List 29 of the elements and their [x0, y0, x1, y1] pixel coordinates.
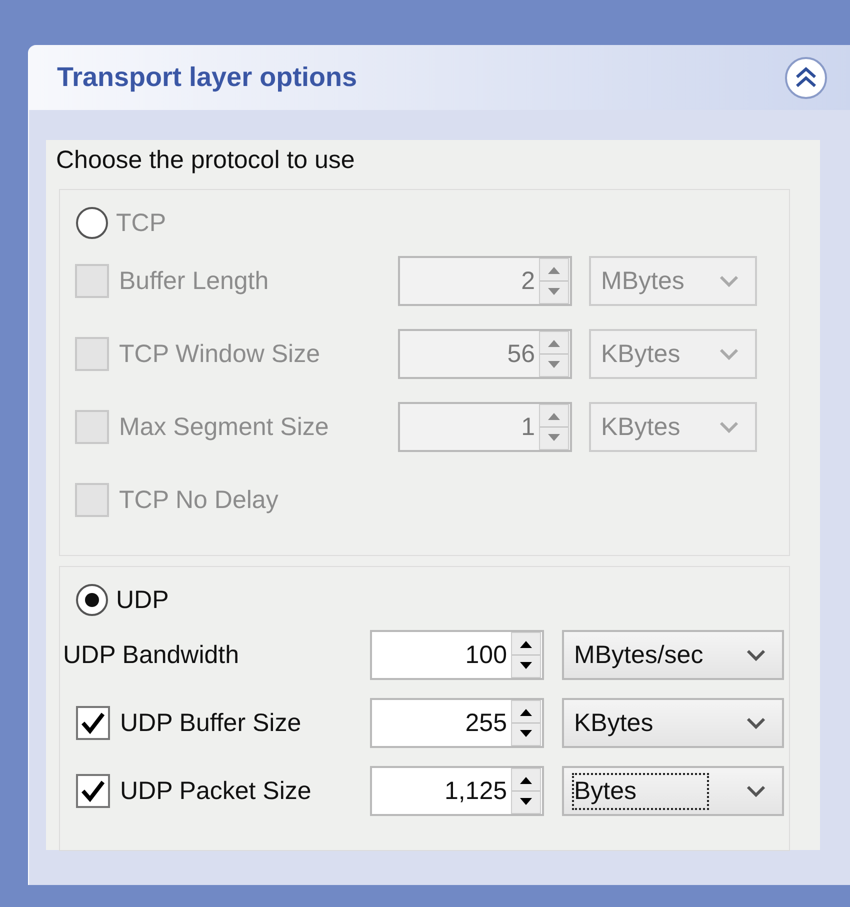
checkbox[interactable] [76, 706, 110, 740]
panel-title: Transport layer options [57, 62, 358, 93]
option-label: TCP Window Size [119, 340, 320, 368]
unit-dropdown[interactable]: MBytes/sec [562, 630, 784, 680]
number-spinner[interactable]: 255 [370, 698, 544, 748]
spin-arrows-icon[interactable] [511, 700, 541, 746]
option-label: Max Segment Size [119, 412, 329, 442]
number-spinner[interactable]: 1,125 [370, 766, 544, 816]
option-label: TCP No Delay [119, 486, 278, 514]
prompt-text: Choose the protocol to use [56, 146, 356, 176]
chevron-down-icon [746, 716, 766, 730]
spin-arrows-icon[interactable] [511, 632, 541, 678]
radio-button[interactable] [76, 584, 108, 616]
option-label: UDP Buffer Size [120, 708, 302, 738]
chevron-down-icon [746, 648, 766, 662]
unit-dropdown[interactable]: Bytes [562, 766, 784, 816]
number-spinner[interactable]: 100 [370, 630, 544, 680]
collapse-icon[interactable] [784, 56, 828, 100]
chevron-down-icon [719, 347, 739, 361]
option-label: Buffer Length [119, 266, 269, 296]
chevron-down-icon [719, 274, 739, 288]
option-label: UDP Packet Size [120, 776, 312, 806]
spin-arrows-icon[interactable] [511, 768, 541, 814]
unit-dropdown[interactable]: KBytes [562, 698, 784, 748]
checkbox[interactable] [76, 774, 110, 808]
chevron-down-icon [719, 420, 739, 434]
protocol-radio[interactable]: UDP [76, 579, 789, 621]
option-label: UDP Bandwidth [63, 640, 240, 670]
chevron-down-icon [746, 784, 766, 798]
